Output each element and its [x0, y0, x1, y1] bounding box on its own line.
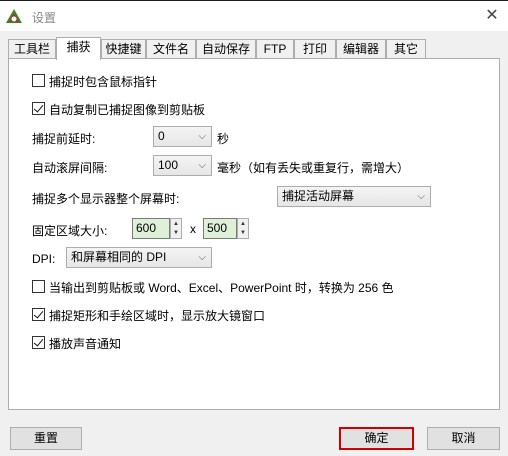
- auto-copy-checkbox[interactable]: [32, 102, 45, 115]
- multi-monitor-value: 捕捉活动屏幕: [282, 189, 355, 203]
- window-title: 设置: [32, 11, 57, 25]
- multi-monitor-select[interactable]: 捕捉活动屏幕 ⌵: [277, 186, 431, 207]
- spin-down-icon: ▼: [240, 230, 246, 236]
- cancel-button[interactable]: 取消: [427, 427, 500, 450]
- spin-up-icon: ▲: [173, 221, 179, 227]
- fixed-width-input[interactable]: 600: [132, 218, 170, 239]
- scroll-interval-unit: 毫秒（如有丢失或重复行，需增大）: [217, 161, 410, 175]
- tab-toolbar[interactable]: 工具栏: [8, 39, 56, 59]
- ok-button[interactable]: 确定: [339, 427, 414, 450]
- tab-bar: 工具栏 捕获 快捷键 文件名 自动保存 FTP 打印 编辑器 其它: [8, 37, 500, 60]
- fixed-height-spinner[interactable]: ▲ ▼: [237, 218, 249, 239]
- spin-down-icon: ▼: [173, 230, 179, 236]
- size-separator: x: [190, 222, 196, 236]
- spin-up-icon: ▲: [240, 221, 246, 227]
- tab-editor[interactable]: 编辑器: [336, 39, 386, 59]
- app-logo-icon: [6, 9, 22, 23]
- chevron-down-icon: ⌵: [417, 191, 425, 202]
- convert-256-label: 当输出到剪贴板或 Word、Excel、PowerPoint 时，转换为 256…: [49, 281, 394, 295]
- delay-select[interactable]: 0 ⌵: [153, 126, 212, 147]
- delay-value: 0: [158, 129, 165, 143]
- title-bar[interactable]: 设置 ✕: [0, 1, 508, 31]
- include-cursor-label: 捕捉时包含鼠标指针: [49, 75, 158, 89]
- convert-256-checkbox[interactable]: [32, 280, 45, 293]
- include-cursor-checkbox[interactable]: [32, 74, 45, 87]
- tab-hotkeys[interactable]: 快捷键: [101, 39, 146, 59]
- magnifier-label: 捕捉矩形和手绘区域时，显示放大镜窗口: [49, 309, 266, 323]
- tab-ftp[interactable]: FTP: [256, 39, 294, 59]
- tab-print[interactable]: 打印: [294, 39, 336, 59]
- tab-autosave[interactable]: 自动保存: [196, 39, 256, 59]
- dpi-value: 和屏幕相同的 DPI: [71, 250, 167, 264]
- scroll-interval-value: 100: [158, 158, 179, 172]
- tab-other[interactable]: 其它: [386, 39, 426, 59]
- close-icon[interactable]: ✕: [482, 6, 502, 26]
- sound-checkbox[interactable]: [32, 336, 45, 349]
- auto-copy-label: 自动复制已捕捉图像到剪贴板: [49, 103, 206, 117]
- sound-label: 播放声音通知: [49, 337, 122, 351]
- chevron-down-icon: ⌵: [198, 160, 206, 171]
- scroll-interval-select[interactable]: 100 ⌵: [153, 155, 212, 176]
- multi-monitor-label: 捕捉多个显示器整个屏幕时:: [32, 192, 180, 206]
- tab-capture[interactable]: 捕获: [56, 37, 101, 60]
- magnifier-checkbox[interactable]: [32, 308, 45, 321]
- dpi-select[interactable]: 和屏幕相同的 DPI ⌵: [66, 247, 212, 268]
- scroll-interval-label: 自动滚屏间隔:: [32, 161, 108, 175]
- tab-filename[interactable]: 文件名: [146, 39, 196, 59]
- delay-unit: 秒: [217, 132, 230, 146]
- dpi-label: DPI:: [32, 252, 56, 266]
- reset-button[interactable]: 重置: [10, 427, 82, 450]
- chevron-down-icon: ⌵: [198, 131, 206, 142]
- fixed-height-input[interactable]: 500: [203, 218, 237, 239]
- fixed-width-spinner[interactable]: ▲ ▼: [170, 218, 182, 239]
- fixed-region-label: 固定区域大小:: [32, 224, 108, 238]
- chevron-down-icon: ⌵: [198, 252, 206, 263]
- delay-label: 捕捉前延时:: [32, 132, 96, 146]
